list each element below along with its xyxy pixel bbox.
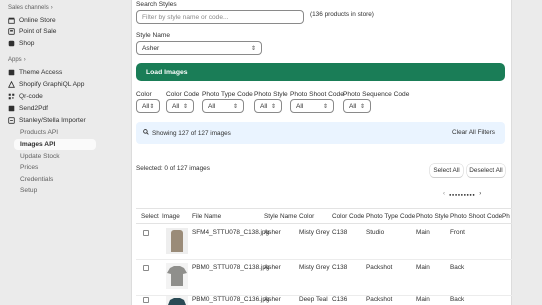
col-color-code[interactable]: Color Code bbox=[332, 213, 364, 220]
filter-photo-sequence-label: Photo Sequence Code bbox=[343, 91, 410, 98]
col-photo-style[interactable]: Photo Style bbox=[416, 213, 449, 220]
apps-header[interactable]: Apps › bbox=[8, 57, 26, 63]
select-all-button[interactable]: Select All bbox=[430, 164, 463, 177]
chevron-updown-icon: ⇕ bbox=[149, 103, 155, 110]
product-thumbnail bbox=[166, 296, 188, 305]
sidebar-item-shop[interactable]: Shop bbox=[6, 38, 96, 49]
clear-filters-button[interactable]: Clear All Filters bbox=[452, 129, 495, 136]
product-thumbnail bbox=[166, 263, 188, 289]
row-checkbox[interactable] bbox=[143, 297, 149, 303]
importer-icon bbox=[8, 117, 15, 124]
sidebar-sub-credentials[interactable]: Credentials bbox=[18, 174, 96, 185]
table-header: Select Image File Name Style Name Color … bbox=[136, 208, 512, 224]
col-select[interactable]: Select bbox=[141, 213, 159, 220]
table-row[interactable]: SFM4_STTU078_C138.jpg Asher Misty Grey C… bbox=[136, 224, 512, 260]
pos-icon bbox=[8, 28, 15, 35]
sidebar-sub-products-api[interactable]: Products API bbox=[18, 127, 96, 138]
product-thumbnail bbox=[166, 228, 188, 254]
col-color[interactable]: Color bbox=[299, 213, 314, 220]
next-page-icon[interactable]: › bbox=[479, 191, 481, 197]
shop-icon bbox=[8, 40, 15, 47]
search-input[interactable]: Filter by style name or code... bbox=[136, 10, 304, 24]
chevron-right-icon: › bbox=[23, 57, 26, 63]
search-styles-label: Search Styles bbox=[136, 1, 177, 8]
col-file-name[interactable]: File Name bbox=[192, 213, 221, 220]
filter-photo-sequence-select[interactable]: All ⇕ bbox=[343, 99, 371, 113]
prev-page-icon[interactable]: ‹ bbox=[443, 191, 445, 197]
col-photo-sequence[interactable]: Ph bbox=[502, 213, 512, 220]
product-count: (136 products in store) bbox=[310, 11, 374, 18]
qr-code-icon bbox=[8, 93, 15, 100]
filter-summary-box: Showing 127 of 127 images Clear All Filt… bbox=[136, 122, 505, 144]
row-checkbox[interactable] bbox=[143, 230, 149, 236]
sidebar-item-online-store[interactable]: Online Store bbox=[6, 15, 96, 26]
theme-access-icon bbox=[8, 69, 15, 76]
sidebar-item-stanley-stella[interactable]: Stanley/Stella Importer bbox=[6, 115, 96, 126]
sidebar-sub-update-stock[interactable]: Update Stock bbox=[18, 151, 96, 162]
chevron-updown-icon: ⇕ bbox=[250, 45, 256, 52]
pdf-icon bbox=[8, 105, 15, 112]
deselect-all-button[interactable]: Deselect All bbox=[467, 164, 505, 177]
filter-photo-type-label: Photo Type Code bbox=[202, 91, 253, 98]
chevron-updown-icon: ⇕ bbox=[232, 103, 238, 110]
filter-color-select[interactable]: All ⇕ bbox=[136, 99, 160, 113]
chevron-updown-icon: ⇕ bbox=[270, 103, 276, 110]
row-checkbox[interactable] bbox=[143, 265, 149, 271]
search-icon bbox=[143, 129, 149, 137]
filter-color-code-label: Color Code bbox=[166, 91, 200, 98]
sidebar-item-send2pdf[interactable]: Send2Pdf bbox=[6, 103, 96, 114]
chevron-updown-icon: ⇕ bbox=[182, 103, 188, 110]
filter-photo-type-select[interactable]: All ⇕ bbox=[202, 99, 244, 113]
sidebar-item-point-of-sale[interactable]: Point of Sale bbox=[6, 26, 96, 37]
sidebar-item-theme-access[interactable]: Theme Access bbox=[6, 67, 96, 78]
showing-count: Showing 127 of 127 images bbox=[152, 129, 231, 137]
chevron-updown-icon: ⇕ bbox=[322, 103, 328, 110]
sidebar-sub-images-api[interactable]: Images API bbox=[14, 139, 96, 150]
chevron-updown-icon: ⇕ bbox=[359, 103, 365, 110]
table-row[interactable]: PBM0_STTU078_C138.jpg Asher Misty Grey C… bbox=[136, 260, 512, 296]
sidebar: Sales channels › Online Store Point of S… bbox=[0, 0, 104, 305]
filter-photo-shoot-select[interactable]: All ⇕ bbox=[290, 99, 334, 113]
graphiql-icon bbox=[8, 80, 15, 88]
sales-channels-header[interactable]: Sales channels › bbox=[8, 5, 53, 11]
sidebar-sub-prices[interactable]: Prices bbox=[18, 162, 96, 173]
pagination: ‹ ●●●●●●●●● › bbox=[443, 191, 481, 197]
col-photo-shoot-code[interactable]: Photo Shoot Code bbox=[450, 213, 502, 220]
table-row[interactable]: PBM0_STTU078_C136.jpg Asher Deep Teal C1… bbox=[136, 294, 512, 305]
page-dots[interactable]: ●●●●●●●●● bbox=[449, 192, 475, 197]
store-icon bbox=[8, 17, 15, 24]
style-name-label: Style Name bbox=[136, 32, 171, 39]
filter-photo-style-label: Photo Style bbox=[254, 91, 288, 98]
filter-photo-style-select[interactable]: All ⇕ bbox=[254, 99, 282, 113]
sidebar-item-graphiql[interactable]: Shopify GraphiQL App bbox=[6, 79, 96, 90]
sidebar-sub-setup[interactable]: Setup bbox=[18, 185, 96, 196]
col-style-name[interactable]: Style Name bbox=[264, 213, 297, 220]
filter-color-label: Color bbox=[136, 91, 152, 98]
selected-count: Selected: 0 of 127 images bbox=[136, 165, 210, 172]
chevron-right-icon: › bbox=[50, 5, 53, 11]
right-gutter bbox=[512, 0, 542, 305]
col-photo-type-code[interactable]: Photo Type Code bbox=[366, 213, 415, 220]
load-images-banner[interactable]: Load Images bbox=[136, 63, 505, 81]
filter-color-code-select[interactable]: All ⇕ bbox=[166, 99, 194, 113]
sidebar-item-qr-code[interactable]: Qr-code bbox=[6, 91, 96, 102]
col-image[interactable]: Image bbox=[162, 213, 180, 220]
filter-photo-shoot-label: Photo Shoot Code bbox=[290, 91, 344, 98]
style-name-select[interactable]: Asher ⇕ bbox=[136, 41, 262, 55]
